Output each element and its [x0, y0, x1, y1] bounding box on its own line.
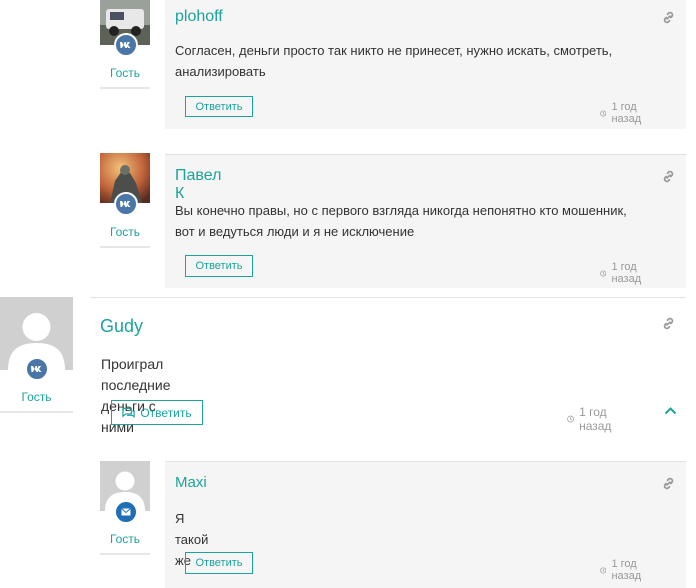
mail-icon — [114, 500, 138, 524]
divider — [0, 411, 73, 413]
reply-button[interactable]: Ответить — [185, 255, 253, 277]
vk-icon — [25, 357, 49, 381]
timestamp-text: 1 год назад — [611, 558, 642, 582]
timestamp: 1 год назад — [600, 101, 646, 125]
author-name[interactable]: Maxi — [175, 474, 207, 491]
reply-button[interactable]: Ответить — [185, 552, 253, 574]
user-role: Гость — [109, 225, 141, 239]
timestamp-text: 1 год назад — [579, 405, 612, 433]
comment-text-line: анализировать — [175, 64, 266, 79]
reply-button-label: Ответить — [140, 405, 192, 420]
vk-icon — [114, 33, 138, 57]
link-icon[interactable] — [661, 10, 676, 25]
timestamp: 1 год назад — [600, 558, 646, 582]
clock-icon — [600, 269, 607, 277]
comment-text-line: Вы конечно правы, но с первого взгляда н… — [175, 203, 627, 218]
comment-text: Проиграл последние деньги с ними — [101, 354, 171, 438]
timestamp-text: 1 год назад — [611, 101, 642, 125]
user-role: Гость — [21, 390, 52, 404]
author-name[interactable]: Gudy — [100, 316, 143, 337]
link-icon[interactable] — [661, 316, 676, 331]
divider — [100, 87, 150, 89]
timestamp: 1 год назад — [600, 261, 646, 285]
comment-text: Вы конечно правы, но с первого взгляда н… — [175, 200, 675, 242]
link-icon[interactable] — [661, 169, 676, 184]
comment-text-line: вот и ведуться люди и я не исключение — [175, 224, 415, 239]
clock-icon — [600, 566, 607, 574]
chat-icon — [122, 407, 136, 418]
timestamp-text: 1 год назад — [611, 261, 642, 285]
chevron-up-icon[interactable] — [664, 406, 677, 415]
author-name[interactable]: plohoff — [175, 8, 223, 26]
comment-text: Согласен, деньги просто так никто не при… — [175, 40, 675, 82]
clock-icon — [567, 415, 574, 423]
link-icon[interactable] — [661, 476, 676, 491]
author-name[interactable]: Павел К — [175, 167, 221, 203]
timestamp: 1 год назад — [567, 405, 616, 433]
comment-text-line: Согласен, деньги просто так никто не при… — [175, 43, 613, 58]
comment-text-line: Проиграл последние деньги с ними — [101, 356, 171, 435]
reply-button[interactable]: Ответить — [185, 96, 253, 117]
divider — [100, 246, 150, 248]
clock-icon — [600, 109, 607, 117]
reply-button[interactable]: Ответить — [111, 400, 203, 425]
user-role: Гость — [109, 66, 141, 80]
vk-icon — [114, 192, 138, 216]
user-role: Гость — [109, 532, 141, 546]
divider — [100, 553, 150, 555]
